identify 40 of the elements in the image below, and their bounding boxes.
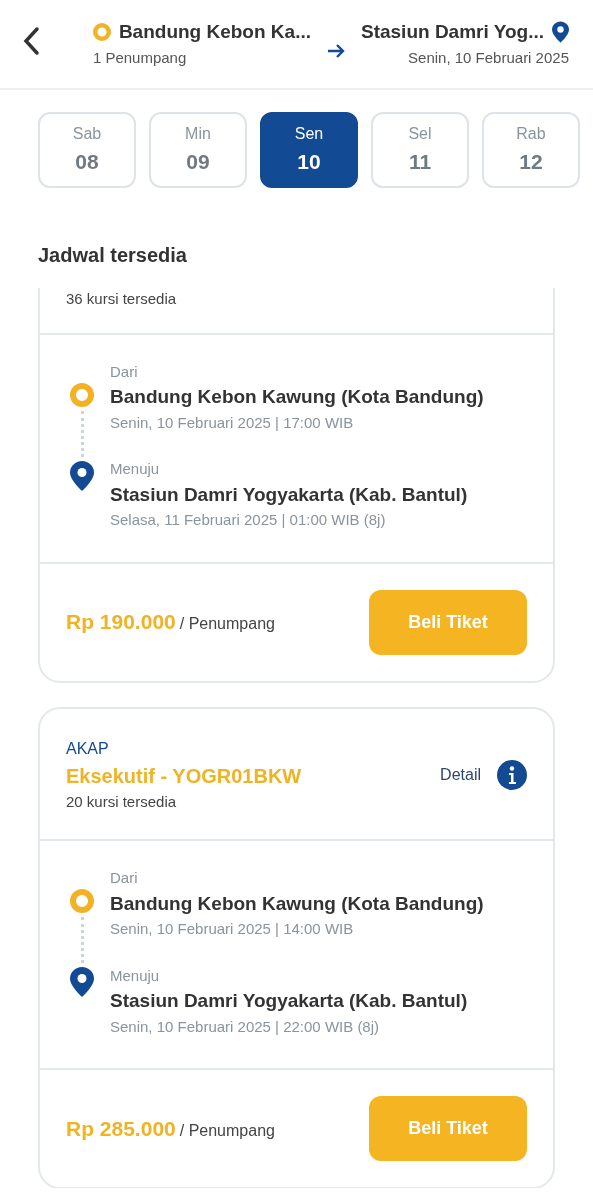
price-unit: / Penumpang xyxy=(179,614,275,635)
arrival-time: Senin, 10 Februari 2025 | 22:00 WIB (8j) xyxy=(110,1016,381,1037)
ticket-price: Rp 190.000 xyxy=(66,609,176,636)
ticket-price: Rp 285.000 xyxy=(66,1115,176,1142)
origin-station: Bandung Kebon Kawung (Kota Bandung) xyxy=(110,385,484,409)
passenger-count: 1 Penumpang xyxy=(92,47,188,68)
seat-count: 20 kursi tersedia xyxy=(66,791,178,812)
date-tab[interactable]: Sen 10 xyxy=(260,112,358,188)
departure-time: Senin, 10 Februari 2025 | 14:00 WIB xyxy=(110,919,355,939)
location-pin-icon xyxy=(70,460,94,491)
origin-icon xyxy=(92,23,111,42)
from-label: Dari xyxy=(110,361,139,382)
date-tab[interactable]: Sab 08 xyxy=(38,112,136,188)
price-unit: / Penumpang xyxy=(179,1120,275,1141)
origin-icon xyxy=(70,889,94,913)
from-label: Dari xyxy=(110,868,139,888)
info-icon xyxy=(497,759,527,790)
destination-name: Stasiun Damri Yog... xyxy=(361,20,544,44)
origin-name: Bandung Kebon Ka... xyxy=(118,20,311,44)
arrow-icon xyxy=(327,43,345,58)
date-tab[interactable]: Rab 12 xyxy=(482,112,580,188)
seat-count: 36 kursi tersedia xyxy=(66,289,178,309)
origin-station: Bandung Kebon Kawung (Kota Bandung) xyxy=(110,891,484,916)
section-title: Jadwal tersedia xyxy=(38,243,188,268)
to-label: Menuju xyxy=(110,459,161,479)
location-pin-icon xyxy=(70,967,94,997)
destination-station: Stasiun Damri Yogyakarta (Kab. Bantul) xyxy=(110,482,469,507)
arrival-time: Selasa, 11 Februari 2025 | 01:00 WIB (8j) xyxy=(110,510,387,530)
travel-date: Senin, 10 Februari 2025 xyxy=(408,47,569,68)
location-pin-icon xyxy=(552,21,569,44)
date-tab[interactable]: Sel 11 xyxy=(371,112,469,188)
date-tab[interactable]: Min 09 xyxy=(149,112,247,188)
detail-button[interactable]: Detail xyxy=(440,759,527,790)
route-type: AKAP xyxy=(66,738,110,759)
departure-time: Senin, 10 Februari 2025 | 17:00 WIB xyxy=(110,412,355,433)
to-label: Menuju xyxy=(110,965,161,986)
back-icon[interactable] xyxy=(22,26,40,56)
destination-station: Stasiun Damri Yogyakarta (Kab. Bantul) xyxy=(110,989,469,1013)
origin-icon xyxy=(70,382,94,407)
bus-class: Eksekutif - YOGR01BKW xyxy=(66,763,303,789)
